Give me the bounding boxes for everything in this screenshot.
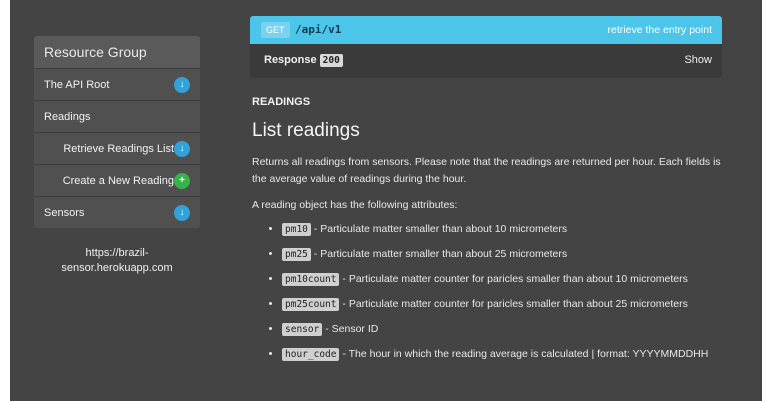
- endpoint-description: retrieve the entry point: [607, 24, 712, 36]
- chevron-down-icon[interactable]: ↓: [174, 205, 190, 221]
- attribute-description: - Particulate matter smaller than about …: [310, 223, 568, 235]
- page-title: List readings: [252, 120, 360, 141]
- sidebar-item-label: Readings: [44, 111, 91, 123]
- chevron-down-icon[interactable]: ↓: [174, 77, 190, 93]
- attribute-description: - Particulate matter counter for paricle…: [339, 298, 688, 310]
- list-item: pm25 - Particulate matter smaller than a…: [282, 247, 722, 262]
- host-url-line: sensor.herokuapp.com: [61, 262, 173, 274]
- list-item: pm10count - Particulate matter counter f…: [282, 272, 722, 287]
- list-item: sensor - Sensor ID: [282, 322, 722, 337]
- sidebar-item-retrieve-readings-list[interactable]: Retrieve Readings List ↓: [34, 132, 200, 164]
- list-item: pm10 - Particulate matter smaller than a…: [282, 222, 722, 237]
- response-label: Response 200: [264, 54, 343, 67]
- section-heading: READINGS: [252, 96, 311, 108]
- attribute-code: pm10: [282, 223, 311, 236]
- attributes-intro: A reading object has the following attri…: [252, 199, 458, 211]
- attribute-code: hour_code: [282, 348, 340, 361]
- sidebar-item-label: Sensors: [44, 207, 85, 219]
- endpoint-path: /api/v1: [295, 23, 342, 36]
- response-label-text: Response: [264, 54, 317, 66]
- attribute-description: - Sensor ID: [322, 323, 379, 335]
- sidebar-item-label: Create a New Reading: [62, 175, 174, 187]
- sidebar-item-api-root[interactable]: The API Root ↓: [34, 68, 200, 100]
- sidebar-item-create-new-reading[interactable]: Create a New Reading +: [34, 164, 200, 196]
- list-item: pm25count - Particulate matter counter f…: [282, 297, 722, 312]
- sidebar: Resource Group The API Root ↓ Readings R…: [34, 36, 200, 228]
- attribute-code: pm25count: [282, 298, 340, 311]
- description-paragraph: Returns all readings from sensors. Pleas…: [252, 156, 721, 185]
- attributes-list: pm10 - Particulate matter smaller than a…: [268, 212, 722, 362]
- sidebar-item-sensors[interactable]: Sensors ↓: [34, 196, 200, 228]
- plus-icon[interactable]: +: [174, 173, 190, 189]
- response-panel: Response 200 Show: [250, 44, 722, 78]
- host-url: https://brazil- sensor.herokuapp.com: [34, 246, 200, 276]
- resource-group-heading: Resource Group: [34, 36, 200, 68]
- attribute-code: sensor: [282, 323, 323, 336]
- status-code-badge: 200: [319, 54, 343, 67]
- endpoint-header[interactable]: GET /api/v1 retrieve the entry point: [250, 16, 722, 44]
- host-url-line: https://brazil-: [85, 247, 149, 259]
- attribute-description: - Particulate matter smaller than about …: [310, 248, 568, 260]
- show-toggle[interactable]: Show: [684, 54, 712, 66]
- sidebar-item-readings[interactable]: Readings: [34, 100, 200, 132]
- chevron-down-icon[interactable]: ↓: [174, 141, 190, 157]
- main-content: GET /api/v1 retrieve the entry point Res…: [250, 0, 722, 401]
- sidebar-item-label: The API Root: [44, 79, 110, 91]
- attribute-description: - Particulate matter counter for paricle…: [339, 273, 688, 285]
- sidebar-item-label: Retrieve Readings List: [63, 143, 174, 155]
- method-badge: GET: [261, 22, 290, 38]
- attribute-code: pm10count: [282, 273, 340, 286]
- attribute-code: pm25: [282, 248, 311, 261]
- attribute-description: - The hour in which the reading average …: [339, 348, 709, 360]
- list-item: hour_code - The hour in which the readin…: [282, 347, 722, 362]
